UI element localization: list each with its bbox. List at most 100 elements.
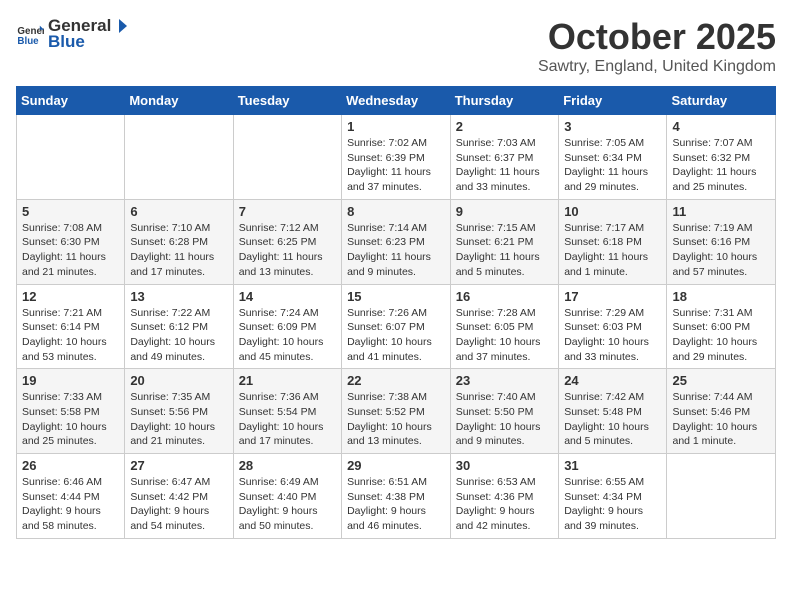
- calendar-cell: 31Sunrise: 6:55 AM Sunset: 4:34 PM Dayli…: [559, 454, 667, 539]
- day-info: Sunrise: 7:42 AM Sunset: 5:48 PM Dayligh…: [564, 390, 661, 449]
- day-number: 30: [456, 458, 553, 473]
- day-info: Sunrise: 7:21 AM Sunset: 6:14 PM Dayligh…: [22, 306, 119, 365]
- header: General Blue General Blue October 2025 S…: [16, 16, 776, 76]
- day-info: Sunrise: 6:47 AM Sunset: 4:42 PM Dayligh…: [130, 475, 227, 534]
- day-number: 27: [130, 458, 227, 473]
- day-number: 2: [456, 119, 553, 134]
- day-number: 7: [239, 204, 336, 219]
- day-number: 8: [347, 204, 445, 219]
- day-number: 20: [130, 373, 227, 388]
- day-number: 23: [456, 373, 553, 388]
- col-saturday: Saturday: [667, 87, 776, 115]
- day-info: Sunrise: 7:44 AM Sunset: 5:46 PM Dayligh…: [672, 390, 770, 449]
- day-info: Sunrise: 7:10 AM Sunset: 6:28 PM Dayligh…: [130, 221, 227, 280]
- col-sunday: Sunday: [17, 87, 125, 115]
- col-friday: Friday: [559, 87, 667, 115]
- calendar-week-3: 12 Sunrise: 7:21 AM Sunset: 6:14 PM Dayli…: [17, 284, 776, 369]
- day-info: Sunrise: 7:12 AM Sunset: 6:25 PM Dayligh…: [239, 221, 336, 280]
- calendar-cell: 14 Sunrise: 7:24 AM Sunset: 6:09 PM Dayli…: [233, 284, 341, 369]
- calendar-cell: [667, 454, 776, 539]
- day-number: 21: [239, 373, 336, 388]
- calendar-cell: 5Sunrise: 7:08 AM Sunset: 6:30 PM Daylig…: [17, 199, 125, 284]
- location-title: Sawtry, England, United Kingdom: [538, 58, 776, 76]
- day-number: 16: [456, 289, 553, 304]
- day-number: 25: [672, 373, 770, 388]
- day-number: 3: [564, 119, 661, 134]
- page-container: General Blue General Blue October 2025 S…: [0, 0, 792, 549]
- calendar-cell: 26 Sunrise: 6:46 AM Sunset: 4:44 PM Dayli…: [17, 454, 125, 539]
- calendar-week-2: 5Sunrise: 7:08 AM Sunset: 6:30 PM Daylig…: [17, 199, 776, 284]
- calendar-table: Sunday Monday Tuesday Wednesday Thursday…: [16, 86, 776, 539]
- day-info: Sunrise: 6:55 AM Sunset: 4:34 PM Dayligh…: [564, 475, 661, 534]
- day-number: 22: [347, 373, 445, 388]
- day-number: 12: [22, 289, 119, 304]
- calendar-cell: 18 Sunrise: 7:31 AM Sunset: 6:00 PM Dayli…: [667, 284, 776, 369]
- calendar-cell: 1 Sunrise: 7:02 AM Sunset: 6:39 PM Daylig…: [342, 115, 451, 200]
- calendar-cell: 23 Sunrise: 7:40 AM Sunset: 5:50 PM Dayli…: [450, 369, 558, 454]
- calendar-cell: 4 Sunrise: 7:07 AM Sunset: 6:32 PM Daylig…: [667, 115, 776, 200]
- day-number: 17: [564, 289, 661, 304]
- day-info: Sunrise: 7:35 AM Sunset: 5:56 PM Dayligh…: [130, 390, 227, 449]
- day-info: Sunrise: 7:07 AM Sunset: 6:32 PM Dayligh…: [672, 136, 770, 195]
- col-thursday: Thursday: [450, 87, 558, 115]
- calendar-cell: 11 Sunrise: 7:19 AM Sunset: 6:16 PM Dayli…: [667, 199, 776, 284]
- day-info: Sunrise: 7:24 AM Sunset: 6:09 PM Dayligh…: [239, 306, 336, 365]
- title-section: October 2025 Sawtry, England, United Kin…: [538, 16, 776, 76]
- day-number: 13: [130, 289, 227, 304]
- day-number: 4: [672, 119, 770, 134]
- logo-text: General Blue: [48, 16, 129, 52]
- calendar-cell: [17, 115, 125, 200]
- day-info: Sunrise: 7:08 AM Sunset: 6:30 PM Dayligh…: [22, 221, 119, 280]
- logo: General Blue General Blue: [16, 16, 129, 52]
- calendar-cell: [125, 115, 233, 200]
- calendar-cell: [233, 115, 341, 200]
- day-info: Sunrise: 6:53 AM Sunset: 4:36 PM Dayligh…: [456, 475, 553, 534]
- calendar-week-1: 1 Sunrise: 7:02 AM Sunset: 6:39 PM Daylig…: [17, 115, 776, 200]
- day-number: 14: [239, 289, 336, 304]
- day-number: 18: [672, 289, 770, 304]
- calendar-cell: 30 Sunrise: 6:53 AM Sunset: 4:36 PM Dayli…: [450, 454, 558, 539]
- calendar-cell: 17 Sunrise: 7:29 AM Sunset: 6:03 PM Dayli…: [559, 284, 667, 369]
- logo-icon: General Blue: [16, 20, 44, 48]
- day-number: 28: [239, 458, 336, 473]
- calendar-cell: 21 Sunrise: 7:36 AM Sunset: 5:54 PM Dayli…: [233, 369, 341, 454]
- calendar-cell: 8 Sunrise: 7:14 AM Sunset: 6:23 PM Daylig…: [342, 199, 451, 284]
- day-info: Sunrise: 7:36 AM Sunset: 5:54 PM Dayligh…: [239, 390, 336, 449]
- calendar-cell: 19Sunrise: 7:33 AM Sunset: 5:58 PM Dayli…: [17, 369, 125, 454]
- calendar-week-4: 19Sunrise: 7:33 AM Sunset: 5:58 PM Dayli…: [17, 369, 776, 454]
- day-info: Sunrise: 7:31 AM Sunset: 6:00 PM Dayligh…: [672, 306, 770, 365]
- calendar-cell: 25 Sunrise: 7:44 AM Sunset: 5:46 PM Dayli…: [667, 369, 776, 454]
- calendar-cell: 29Sunrise: 6:51 AM Sunset: 4:38 PM Dayli…: [342, 454, 451, 539]
- day-number: 26: [22, 458, 119, 473]
- calendar-cell: 10Sunrise: 7:17 AM Sunset: 6:18 PM Dayli…: [559, 199, 667, 284]
- calendar-cell: 20 Sunrise: 7:35 AM Sunset: 5:56 PM Dayli…: [125, 369, 233, 454]
- calendar-cell: 12 Sunrise: 7:21 AM Sunset: 6:14 PM Dayli…: [17, 284, 125, 369]
- day-info: Sunrise: 7:28 AM Sunset: 6:05 PM Dayligh…: [456, 306, 553, 365]
- calendar-cell: 13Sunrise: 7:22 AM Sunset: 6:12 PM Dayli…: [125, 284, 233, 369]
- calendar-week-5: 26 Sunrise: 6:46 AM Sunset: 4:44 PM Dayli…: [17, 454, 776, 539]
- day-info: Sunrise: 7:26 AM Sunset: 6:07 PM Dayligh…: [347, 306, 445, 365]
- calendar-cell: 6Sunrise: 7:10 AM Sunset: 6:28 PM Daylig…: [125, 199, 233, 284]
- calendar-cell: 2 Sunrise: 7:03 AM Sunset: 6:37 PM Daylig…: [450, 115, 558, 200]
- day-info: Sunrise: 7:19 AM Sunset: 6:16 PM Dayligh…: [672, 221, 770, 280]
- calendar-body: 1 Sunrise: 7:02 AM Sunset: 6:39 PM Daylig…: [17, 115, 776, 539]
- day-info: Sunrise: 6:49 AM Sunset: 4:40 PM Dayligh…: [239, 475, 336, 534]
- day-info: Sunrise: 6:46 AM Sunset: 4:44 PM Dayligh…: [22, 475, 119, 534]
- day-info: Sunrise: 7:03 AM Sunset: 6:37 PM Dayligh…: [456, 136, 553, 195]
- day-info: Sunrise: 7:15 AM Sunset: 6:21 PM Dayligh…: [456, 221, 553, 280]
- calendar-cell: 22Sunrise: 7:38 AM Sunset: 5:52 PM Dayli…: [342, 369, 451, 454]
- calendar-cell: 24 Sunrise: 7:42 AM Sunset: 5:48 PM Dayli…: [559, 369, 667, 454]
- day-number: 11: [672, 204, 770, 219]
- day-info: Sunrise: 7:33 AM Sunset: 5:58 PM Dayligh…: [22, 390, 119, 449]
- calendar-cell: 9 Sunrise: 7:15 AM Sunset: 6:21 PM Daylig…: [450, 199, 558, 284]
- day-number: 1: [347, 119, 445, 134]
- day-info: Sunrise: 7:02 AM Sunset: 6:39 PM Dayligh…: [347, 136, 445, 195]
- day-info: Sunrise: 7:29 AM Sunset: 6:03 PM Dayligh…: [564, 306, 661, 365]
- day-number: 24: [564, 373, 661, 388]
- day-info: Sunrise: 7:14 AM Sunset: 6:23 PM Dayligh…: [347, 221, 445, 280]
- col-tuesday: Tuesday: [233, 87, 341, 115]
- day-info: Sunrise: 7:40 AM Sunset: 5:50 PM Dayligh…: [456, 390, 553, 449]
- day-number: 15: [347, 289, 445, 304]
- day-number: 9: [456, 204, 553, 219]
- calendar-cell: 16 Sunrise: 7:28 AM Sunset: 6:05 PM Dayli…: [450, 284, 558, 369]
